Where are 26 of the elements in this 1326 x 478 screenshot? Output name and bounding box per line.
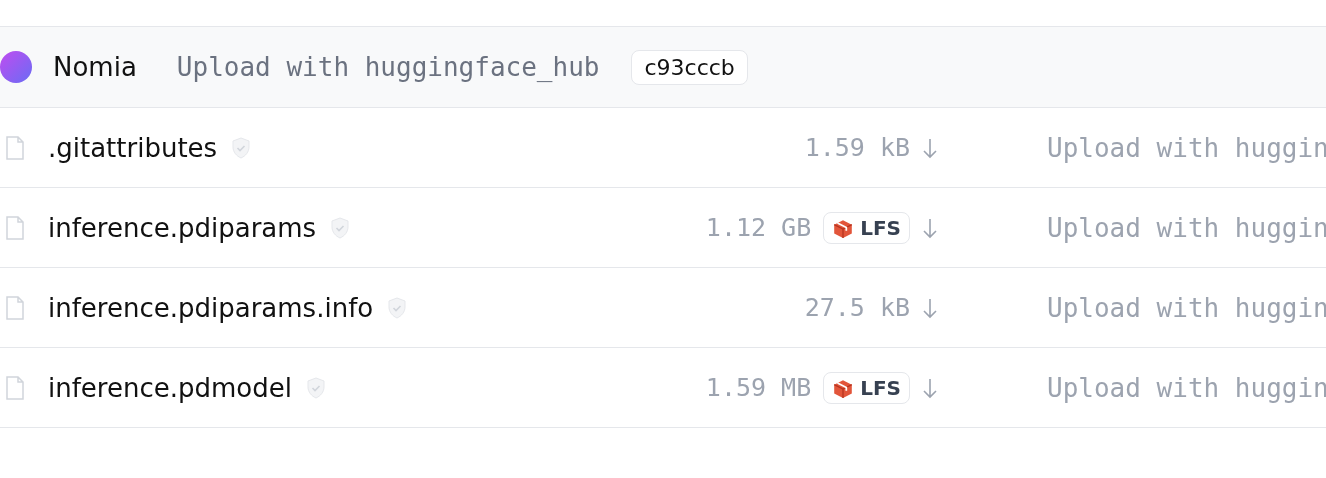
download-icon[interactable] (922, 296, 938, 319)
file-name[interactable]: inference.pdmodel (48, 372, 292, 403)
file-name[interactable]: inference.pdiparams (48, 212, 317, 243)
file-name[interactable]: inference.pdiparams.info (48, 292, 374, 323)
shield-check-icon (330, 216, 351, 239)
commit-hash[interactable]: c93cccb (631, 49, 748, 85)
download-icon[interactable] (922, 216, 938, 239)
lfs-badge: LFS (823, 371, 910, 404)
file-icon (5, 375, 25, 400)
lfs-badge: LFS (823, 211, 910, 244)
file-icon (5, 135, 25, 160)
file-size: 1.59 MB (705, 373, 812, 402)
file-size: 27.5 kB (804, 293, 910, 322)
file-size: 1.59 kB (804, 133, 910, 162)
file-name[interactable]: .gitattributes (48, 132, 218, 163)
shield-check-icon (231, 136, 252, 159)
avatar (0, 51, 32, 83)
file-icon (5, 295, 25, 320)
download-icon[interactable] (922, 136, 938, 159)
author-name[interactable]: Nomia (53, 52, 137, 82)
commit-message[interactable]: Upload with huggingface_hub (176, 52, 600, 82)
file-size: 1.12 GB (705, 213, 812, 242)
download-icon[interactable] (922, 376, 938, 399)
file-icon (5, 215, 25, 240)
shield-check-icon (387, 296, 408, 319)
shield-check-icon (305, 376, 326, 399)
